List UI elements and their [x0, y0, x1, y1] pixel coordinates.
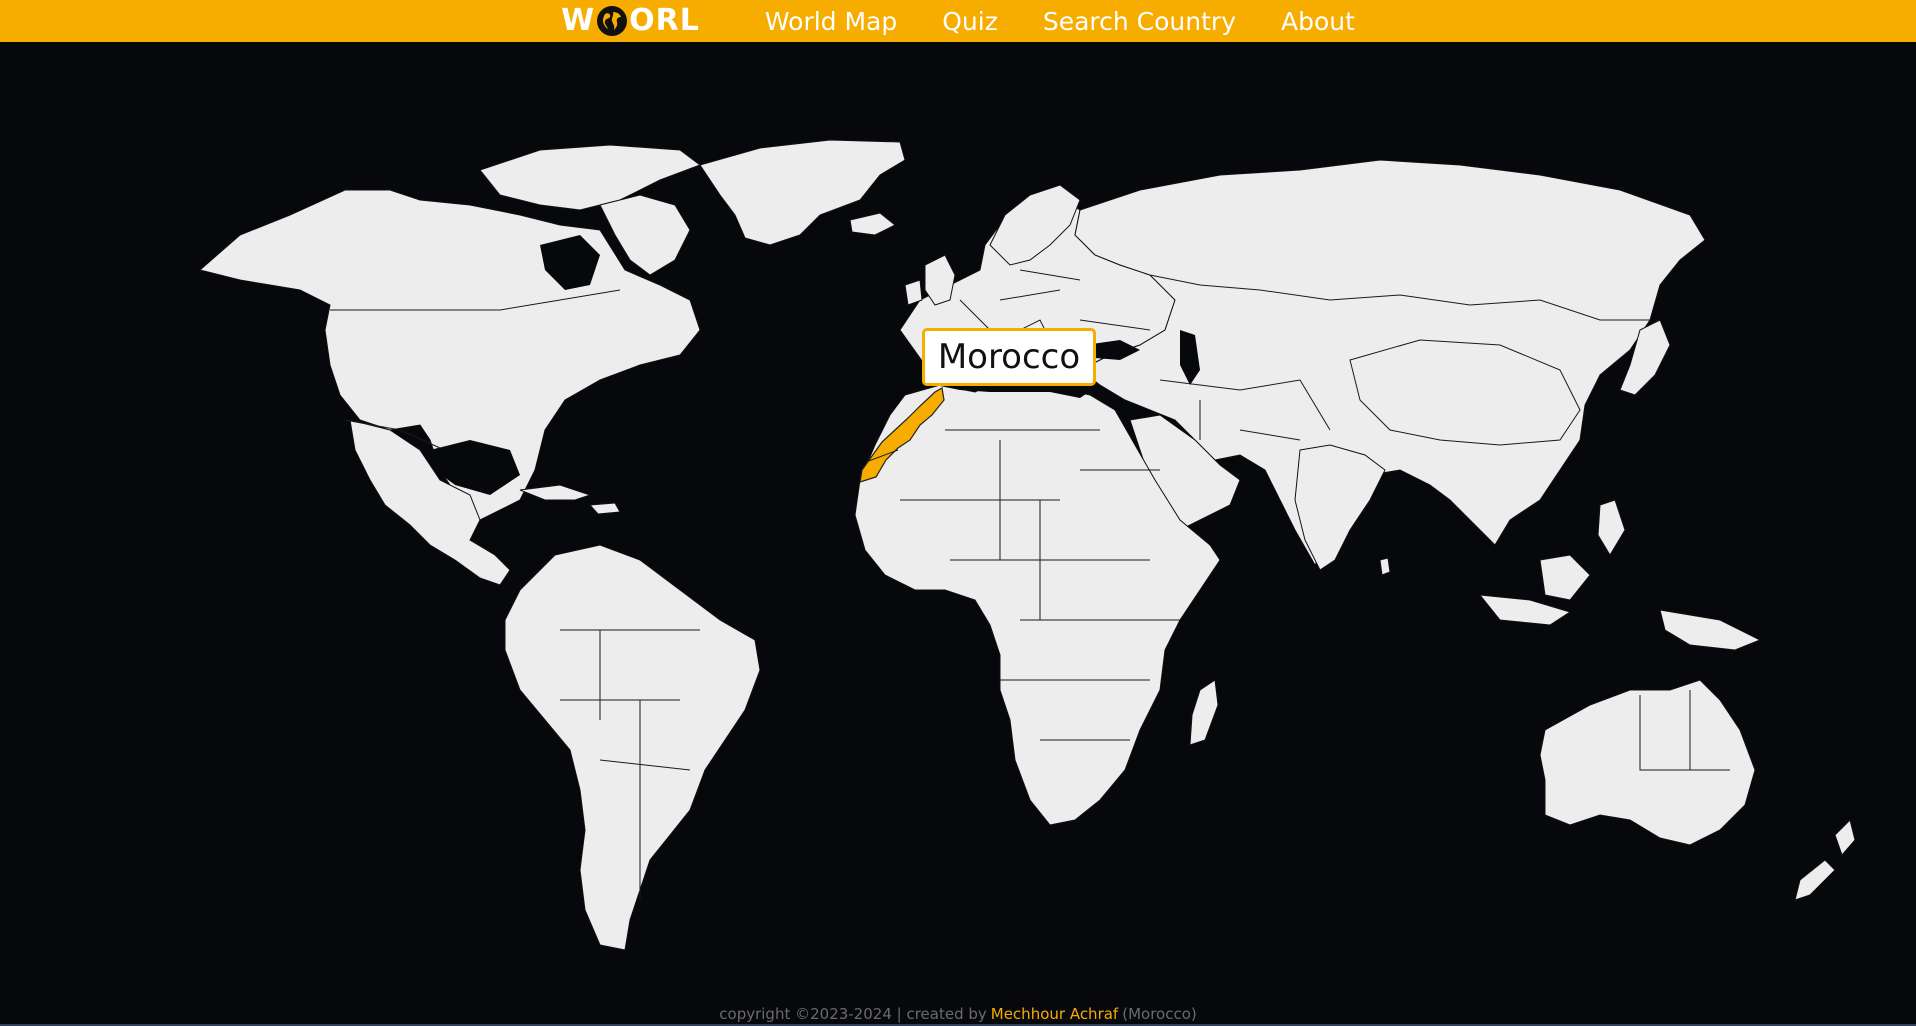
region-south-america[interactable] [504, 544, 761, 951]
country-canada-islands[interactable] [479, 144, 702, 211]
island-new-zealand-south[interactable] [1794, 859, 1836, 901]
country-uk[interactable] [924, 254, 956, 306]
logo-letters-orl: ORL [629, 3, 700, 38]
world-map[interactable] [0, 42, 1916, 1002]
top-navbar: W ORL World Map Quiz Search Country Abou… [0, 0, 1916, 42]
island-new-guinea[interactable] [1659, 609, 1762, 651]
island-hispaniola[interactable] [588, 502, 621, 515]
country-iceland[interactable] [849, 212, 896, 236]
footer: copyright ©2023-2024 | created by Mechho… [0, 1002, 1916, 1026]
footer-country: (Morocco) [1122, 1005, 1197, 1023]
logo-letter-w: W [561, 3, 596, 38]
footer-author-link[interactable]: Mechhour Achraf [991, 1005, 1118, 1023]
country-new-zealand[interactable] [1834, 819, 1856, 856]
country-sri-lanka[interactable] [1379, 557, 1391, 576]
world-map-svg[interactable] [0, 42, 1916, 1002]
country-tooltip: Morocco [922, 328, 1096, 386]
nav-world-map[interactable]: World Map [765, 7, 897, 36]
country-australia[interactable] [1539, 679, 1756, 846]
country-ireland[interactable] [904, 279, 923, 306]
nav-quiz[interactable]: Quiz [942, 7, 998, 36]
island-borneo[interactable] [1539, 554, 1591, 601]
nav-about[interactable]: About [1281, 7, 1355, 36]
region-indonesia[interactable] [1478, 594, 1572, 626]
country-philippines[interactable] [1597, 499, 1626, 556]
globe-icon [596, 5, 628, 37]
nav-search-country[interactable]: Search Country [1043, 7, 1236, 36]
island-cuba[interactable] [519, 484, 592, 501]
footer-copyright: copyright ©2023-2024 | created by [719, 1005, 987, 1023]
country-madagascar[interactable] [1189, 679, 1219, 746]
woorl-logo[interactable]: W ORL [561, 5, 700, 37]
